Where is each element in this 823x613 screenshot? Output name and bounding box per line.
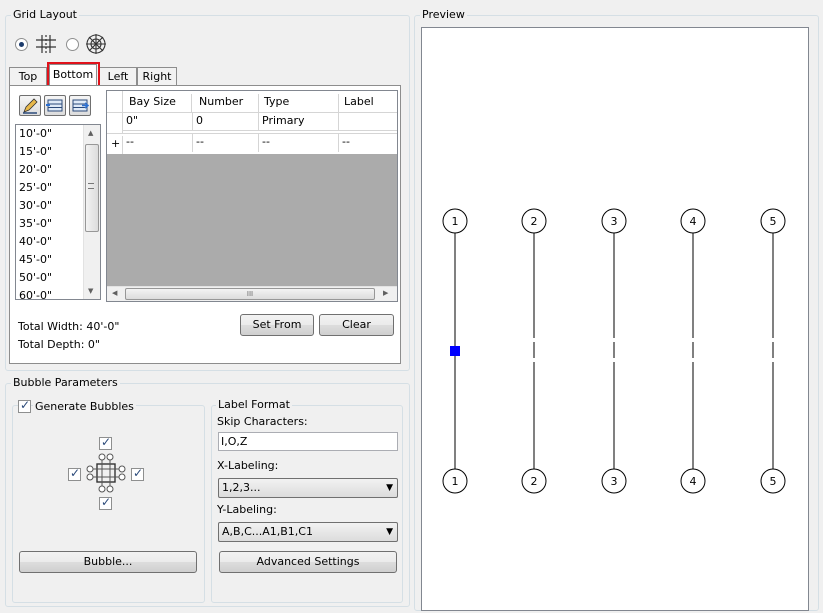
cell-type[interactable]: Primary [259,113,339,131]
y-labeling-select[interactable]: A,B,C...A1,B1,C1 ▼ [218,522,398,542]
generate-bubbles-label[interactable]: Generate Bubbles [33,400,136,413]
col-header-label[interactable]: Label [341,94,397,112]
append-row-button[interactable] [69,95,91,116]
label-format-title: Label Format [216,398,292,411]
grip-icon [88,183,94,189]
x-labeling-select[interactable]: 1,2,3... ▼ [218,478,398,498]
pencil-icon [23,98,38,114]
col-header-number[interactable]: Number [196,94,259,112]
grid-bubble-label: 5 [770,475,777,488]
new-row-marker: + [107,136,123,154]
cell-label[interactable]: -- [339,134,397,152]
cell-bay-size[interactable]: 0" [123,113,193,131]
scroll-right-icon[interactable]: ▶ [383,289,388,297]
edit-tool-button[interactable] [19,95,41,116]
grid-layout-title: Grid Layout [11,8,79,21]
x-labeling-label: X-Labeling: [217,459,279,472]
list-item[interactable]: 50'-0" [19,269,52,287]
table-row[interactable]: 0" 0 Primary [107,113,397,134]
cell-bay-size[interactable]: -- [123,134,193,152]
list-item[interactable]: 20'-0" [19,161,52,179]
table-empty-area [107,154,397,286]
bubble-left-checkbox[interactable] [68,466,81,481]
bubble-button[interactable]: Bubble... [19,551,197,573]
generate-bubbles-checkbox[interactable] [18,398,31,413]
grid-bubble-label: 1 [452,215,459,228]
grid-bubble-label: 2 [531,475,538,488]
cell-number[interactable]: -- [193,134,259,152]
total-depth-text: Total Depth: 0" [18,338,100,351]
tab-top-label: Top [18,70,38,83]
grid-bubble-label: 1 [452,475,459,488]
table-corner [107,91,123,113]
bay-table[interactable]: Bay Size Number Type Label 0" 0 Primary … [106,90,398,302]
grid-bubble-label: 2 [531,215,538,228]
col-header-type[interactable]: Type [261,94,339,112]
bubble-bottom-checkbox[interactable] [99,495,112,510]
list-item[interactable]: 35'-0" [19,215,52,233]
y-labeling-label: Y-Labeling: [217,503,277,516]
grid-bubble-label: 3 [611,475,618,488]
bubble-parameters-title: Bubble Parameters [11,376,120,389]
bay-size-list[interactable]: 10'-0" 15'-0" 20'-0" 25'-0" 30'-0" 35'-0… [15,124,101,300]
col-header-bay-size[interactable]: Bay Size [126,94,192,112]
total-width-text: Total Width: 40'-0" [18,320,120,333]
tab-left-label: Left [107,70,129,83]
scroll-thumb-grip: III [246,290,254,298]
list-item[interactable]: 45'-0" [19,251,52,269]
preview-canvas[interactable]: 1 1 2 2 3 3 4 4 5 5 [421,27,809,611]
tab-top[interactable]: Top [9,67,47,86]
scroll-up-icon[interactable]: ▲ [88,129,93,137]
list-item[interactable]: 15'-0" [19,143,52,161]
bubble-top-checkbox[interactable] [99,435,112,450]
list-item[interactable]: 30'-0" [19,197,52,215]
row-selector[interactable] [107,113,123,133]
append-row-icon [72,99,90,112]
table-horizontal-scrollbar[interactable]: ◀ III ▶ [107,286,397,301]
tab-right[interactable]: Right [137,67,177,86]
x-labeling-value: 1,2,3... [222,481,261,494]
cell-label[interactable] [339,113,397,131]
radial-grid-radio[interactable] [66,38,79,51]
list-vertical-scrollbar[interactable]: ▲ ▼ [83,125,100,299]
grid-bubble-label: 4 [690,215,697,228]
table-scroll-thumb[interactable]: III [125,288,375,300]
bubble-layout-icon [86,453,126,493]
preview-title: Preview [420,8,467,21]
selected-grid-marker[interactable] [450,346,460,356]
grid-bubble-label: 5 [770,215,777,228]
scroll-left-icon[interactable]: ◀ [112,289,117,297]
tab-right-label: Right [142,70,172,83]
grid-bubble-label: 4 [690,475,697,488]
chevron-down-icon: ▼ [386,527,393,537]
skip-characters-input[interactable]: I,O,Z [218,432,398,451]
list-item[interactable]: 40'-0" [19,233,52,251]
table-row[interactable]: + -- -- -- -- [107,134,397,154]
scroll-down-icon[interactable]: ▼ [88,287,93,295]
list-item[interactable]: 60'-0" [19,287,52,299]
radial-grid-icon[interactable] [84,33,108,55]
rectangular-grid-icon[interactable] [35,34,57,54]
grid-preview-drawing: 1 1 2 2 3 3 4 4 5 5 [442,208,786,494]
cell-number[interactable]: 0 [193,113,259,131]
list-item[interactable]: 10'-0" [19,125,52,143]
grid-bubble-label: 3 [611,215,618,228]
list-item[interactable]: 25'-0" [19,179,52,197]
insert-row-button[interactable] [44,95,66,116]
rectangular-grid-radio[interactable] [15,38,28,51]
y-labeling-value: A,B,C...A1,B1,C1 [222,525,313,538]
cell-type[interactable]: -- [259,134,339,152]
bubble-right-checkbox[interactable] [131,466,144,481]
insert-row-icon [46,99,63,112]
advanced-settings-button[interactable]: Advanced Settings [219,551,397,573]
set-from-button[interactable]: Set From [240,314,314,336]
tab-left[interactable]: Left [99,67,137,86]
chevron-down-icon: ▼ [386,483,393,493]
skip-characters-label: Skip Characters: [217,415,308,428]
clear-button[interactable]: Clear [319,314,394,336]
